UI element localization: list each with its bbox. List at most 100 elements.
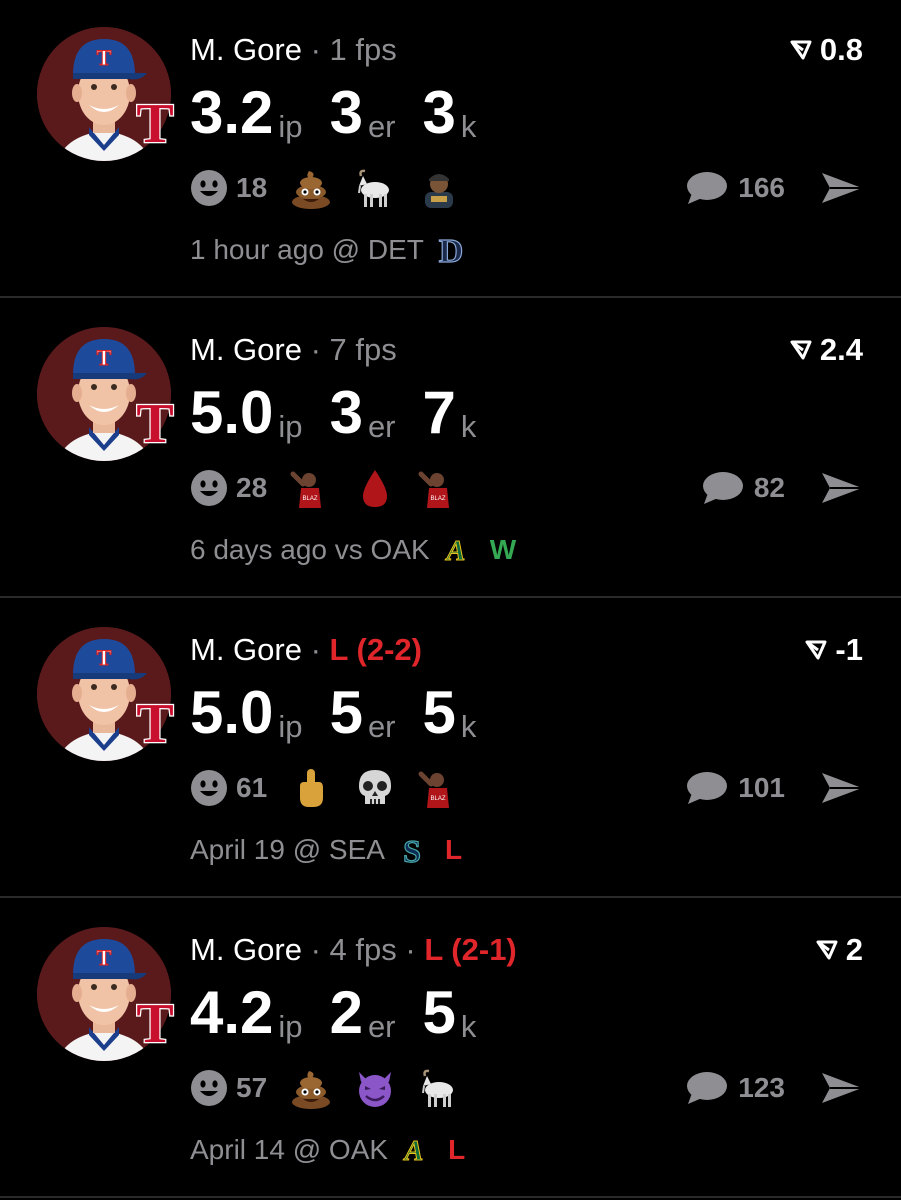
score-value: 0.8 xyxy=(819,32,863,67)
smiling-devil-emoji[interactable] xyxy=(353,1066,397,1110)
player-sticker[interactable] xyxy=(417,466,461,510)
post-header: M. Gore · L (2-2) xyxy=(190,630,422,670)
score-badge: 2 xyxy=(816,930,863,970)
athletics-logo xyxy=(400,1132,430,1168)
smiley-icon[interactable] xyxy=(190,769,228,807)
innings-pitched: 3.2 xyxy=(190,79,274,146)
reaction-count: 28 xyxy=(236,472,268,503)
reaction-count: 61 xyxy=(236,772,268,803)
comment-bubble-icon xyxy=(702,471,744,505)
separator-dot: · xyxy=(301,932,330,967)
rangers-logo xyxy=(133,382,177,460)
post-card[interactable]: M. Gore · 1 fps 0.8 3.2 ip 3 er 3k 18 166 … xyxy=(0,0,901,298)
player-sticker[interactable] xyxy=(289,466,333,510)
earned-runs: 3 xyxy=(329,79,363,146)
rangers-logo xyxy=(133,682,177,760)
comment-count: 166 xyxy=(738,172,785,203)
game-info: April 14 @ OAK L xyxy=(190,1130,465,1170)
reaction-bar: 18 xyxy=(190,165,481,211)
goat-emoji[interactable] xyxy=(353,166,397,210)
share-icon[interactable] xyxy=(820,769,864,807)
earned-runs-unit: er xyxy=(367,409,396,444)
post-card[interactable]: M. Gore · 4 fps · L (2-1) 2 4.2 ip 2 er 5k… xyxy=(0,900,901,1198)
earned-runs: 2 xyxy=(329,979,363,1046)
share-icon[interactable] xyxy=(820,469,864,507)
earned-runs: 5 xyxy=(329,679,363,746)
player-name[interactable]: M. Gore xyxy=(190,332,302,367)
decision-record: L (2-2) xyxy=(329,632,422,667)
player-name[interactable]: M. Gore xyxy=(190,932,302,967)
reaction-bar: 28 xyxy=(190,465,481,511)
game-time: April 19 @ SEA xyxy=(190,834,385,865)
goat-emoji[interactable] xyxy=(417,1066,461,1110)
comment-bubble-icon xyxy=(686,771,728,805)
score-icon xyxy=(790,39,812,61)
rangers-logo xyxy=(133,982,177,1060)
comments-button[interactable]: 82 xyxy=(702,465,785,511)
score-value: 2.4 xyxy=(819,332,863,367)
strikeouts: 5 xyxy=(422,679,456,746)
comments-button[interactable]: 166 xyxy=(686,165,785,211)
score-icon xyxy=(805,639,827,661)
player-name[interactable]: M. Gore xyxy=(190,32,302,67)
player-sticker[interactable] xyxy=(417,766,461,810)
strikeouts: 5 xyxy=(422,979,456,1046)
post-header: M. Gore · 4 fps · L (2-1) xyxy=(190,930,517,970)
score-icon xyxy=(790,339,812,361)
game-result: W xyxy=(489,534,517,565)
strikeouts-unit: k xyxy=(460,1009,477,1044)
person-sticker[interactable] xyxy=(417,166,461,210)
earned-runs: 3 xyxy=(329,379,363,446)
game-info: 1 hour ago @ DET xyxy=(190,230,466,270)
comment-bubble-icon xyxy=(686,171,728,205)
pitching-line: 5.0 ip 5 er 5k xyxy=(190,680,503,746)
earned-runs-unit: er xyxy=(367,109,396,144)
game-info: 6 days ago vs OAK W xyxy=(190,530,516,570)
fps-label: 1 fps xyxy=(329,32,397,67)
earned-runs-unit: er xyxy=(367,709,396,744)
game-time: April 14 @ OAK xyxy=(190,1134,389,1165)
player-name[interactable]: M. Gore xyxy=(190,632,302,667)
comments-button[interactable]: 101 xyxy=(686,765,785,811)
smiley-icon[interactable] xyxy=(190,169,228,207)
tigers-logo xyxy=(436,232,466,268)
poop-emoji[interactable] xyxy=(289,166,333,210)
comment-count: 82 xyxy=(753,472,785,503)
athletics-logo xyxy=(442,532,472,568)
separator-dot: · xyxy=(301,332,330,367)
smiley-icon[interactable] xyxy=(190,1069,228,1107)
strikeouts-unit: k xyxy=(460,409,477,444)
share-icon[interactable] xyxy=(820,169,864,207)
rangers-logo xyxy=(133,82,177,160)
skull-emoji[interactable] xyxy=(353,766,397,810)
innings-unit: ip xyxy=(278,409,303,444)
game-time: 6 days ago vs OAK xyxy=(190,534,430,565)
score-badge: 2.4 xyxy=(790,330,863,370)
innings-unit: ip xyxy=(278,109,303,144)
game-result: L xyxy=(448,1134,466,1165)
strikeouts: 7 xyxy=(422,379,456,446)
score-value: 2 xyxy=(845,932,863,967)
innings-unit: ip xyxy=(278,1009,303,1044)
game-time: 1 hour ago @ DET xyxy=(190,234,424,265)
poop-emoji[interactable] xyxy=(289,1066,333,1110)
decision-record: L (2-1) xyxy=(424,932,517,967)
comments-button[interactable]: 123 xyxy=(686,1065,785,1111)
pitching-line: 3.2 ip 3 er 3k xyxy=(190,80,503,146)
strikeouts: 3 xyxy=(422,79,456,146)
score-badge: -1 xyxy=(805,630,863,670)
innings-pitched: 5.0 xyxy=(190,379,274,446)
blood-drop-emoji[interactable] xyxy=(353,466,397,510)
middle-finger-emoji[interactable] xyxy=(289,766,333,810)
reaction-bar: 57 xyxy=(190,1065,481,1111)
game-result: L xyxy=(444,834,463,865)
post-card[interactable]: M. Gore · L (2-2) -1 5.0 ip 5 er 5k 61 101… xyxy=(0,600,901,898)
innings-pitched: 4.2 xyxy=(190,979,274,1046)
strikeouts-unit: k xyxy=(460,109,477,144)
fps-label: 4 fps xyxy=(329,932,397,967)
post-card[interactable]: M. Gore · 7 fps 2.4 5.0 ip 3 er 7k 28 82 6… xyxy=(0,300,901,598)
share-icon[interactable] xyxy=(820,1069,864,1107)
pitching-line: 5.0 ip 3 er 7k xyxy=(190,380,503,446)
smiley-icon[interactable] xyxy=(190,469,228,507)
separator-dot: · xyxy=(301,32,330,67)
